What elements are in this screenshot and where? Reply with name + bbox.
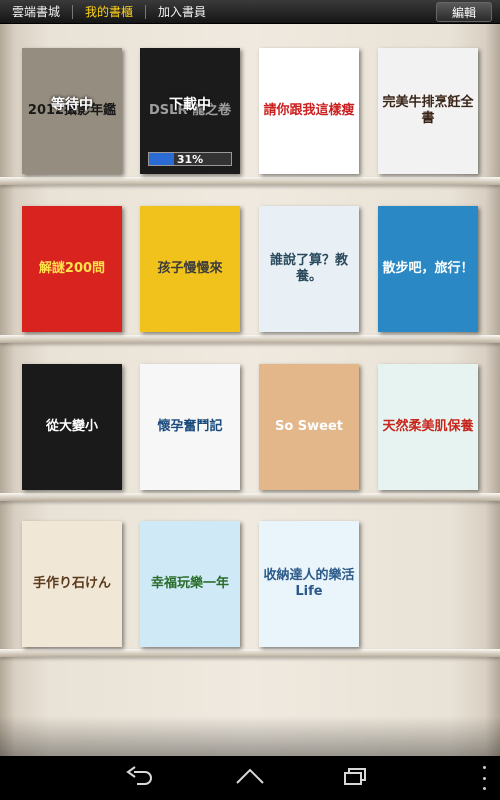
book-title: 懷孕奮鬥記 — [157, 419, 223, 435]
download-progress-bar: 31% — [148, 152, 232, 166]
book-status-label: 等待中 — [51, 97, 93, 113]
tab-my-bookshelf[interactable]: 我的書櫃 — [73, 0, 145, 24]
book-title: 孩子慢慢來 — [157, 261, 223, 277]
book-cover[interactable]: 散步吧，旅行！ — [378, 206, 478, 332]
book-cover[interactable]: 請你跟我這樣瘦 — [259, 48, 359, 174]
book-title: 收納達人的樂活Life — [263, 568, 355, 599]
back-arrow-icon — [125, 766, 155, 790]
menu-dot-icon — [482, 787, 486, 790]
back-button[interactable] — [120, 764, 160, 792]
tab-add-books[interactable]: 加入書員 — [146, 0, 218, 24]
shelf-plank — [0, 649, 500, 657]
book-cover[interactable]: 幸福玩樂一年 — [140, 521, 240, 647]
download-progress-text: 31% — [176, 152, 204, 166]
home-button[interactable] — [230, 764, 270, 792]
recent-apps-button[interactable] — [335, 764, 375, 792]
menu-dot-icon — [482, 776, 486, 780]
book-cover[interactable]: 天然柔美肌保養 — [378, 364, 478, 490]
top-app-bar: 雲端書城 我的書櫃 加入書員 編輯 — [0, 0, 500, 24]
book-title: 完美牛排烹飪全書 — [382, 95, 474, 126]
book-cover[interactable]: 解謎200問 — [22, 206, 122, 332]
bookshelf: 2012攝影年鑑 等待中 DSLR 龍之卷 下載中 31% 請你跟我這樣瘦 完美… — [0, 24, 500, 756]
system-nav-bar — [0, 756, 500, 800]
book-status-label: 下載中 — [169, 97, 211, 113]
book-title: 幸福玩樂一年 — [150, 576, 229, 592]
shelf-plank — [0, 493, 500, 501]
book-cover[interactable]: 孩子慢慢來 — [140, 206, 240, 332]
book-cover[interactable]: 誰說了算？教養。 — [259, 206, 359, 332]
shelf-plank — [0, 335, 500, 343]
book-cover[interactable]: 收納達人的樂活Life — [259, 521, 359, 647]
book-title: 手作り石けん — [32, 576, 111, 592]
book-title: 誰說了算？教養。 — [269, 253, 348, 284]
overflow-menu-button[interactable] — [480, 766, 488, 790]
home-icon — [233, 766, 267, 790]
book-cover[interactable]: 懷孕奮鬥記 — [140, 364, 240, 490]
book-title: So Sweet — [274, 419, 344, 435]
book-cover[interactable]: So Sweet — [259, 364, 359, 490]
tab-cloud-bookstore[interactable]: 雲端書城 — [0, 0, 72, 24]
recent-apps-icon — [339, 766, 371, 790]
book-title: 解謎200問 — [38, 261, 106, 277]
book-cover[interactable]: 從大變小 — [22, 364, 122, 490]
book-title: 散步吧，旅行！ — [382, 261, 474, 277]
menu-dot-icon — [482, 766, 486, 769]
edit-button[interactable]: 編輯 — [436, 2, 492, 22]
book-cover[interactable]: DSLR 龍之卷 下載中 31% — [140, 48, 240, 174]
book-cover[interactable]: 2012攝影年鑑 等待中 — [22, 48, 122, 174]
shelf-plank — [0, 177, 500, 185]
book-title: 從大變小 — [45, 419, 98, 435]
book-title: 請你跟我這樣瘦 — [263, 103, 355, 119]
book-cover[interactable]: 手作り石けん — [22, 521, 122, 647]
book-cover[interactable]: 完美牛排烹飪全書 — [378, 48, 478, 174]
book-title: 天然柔美肌保養 — [382, 419, 474, 435]
